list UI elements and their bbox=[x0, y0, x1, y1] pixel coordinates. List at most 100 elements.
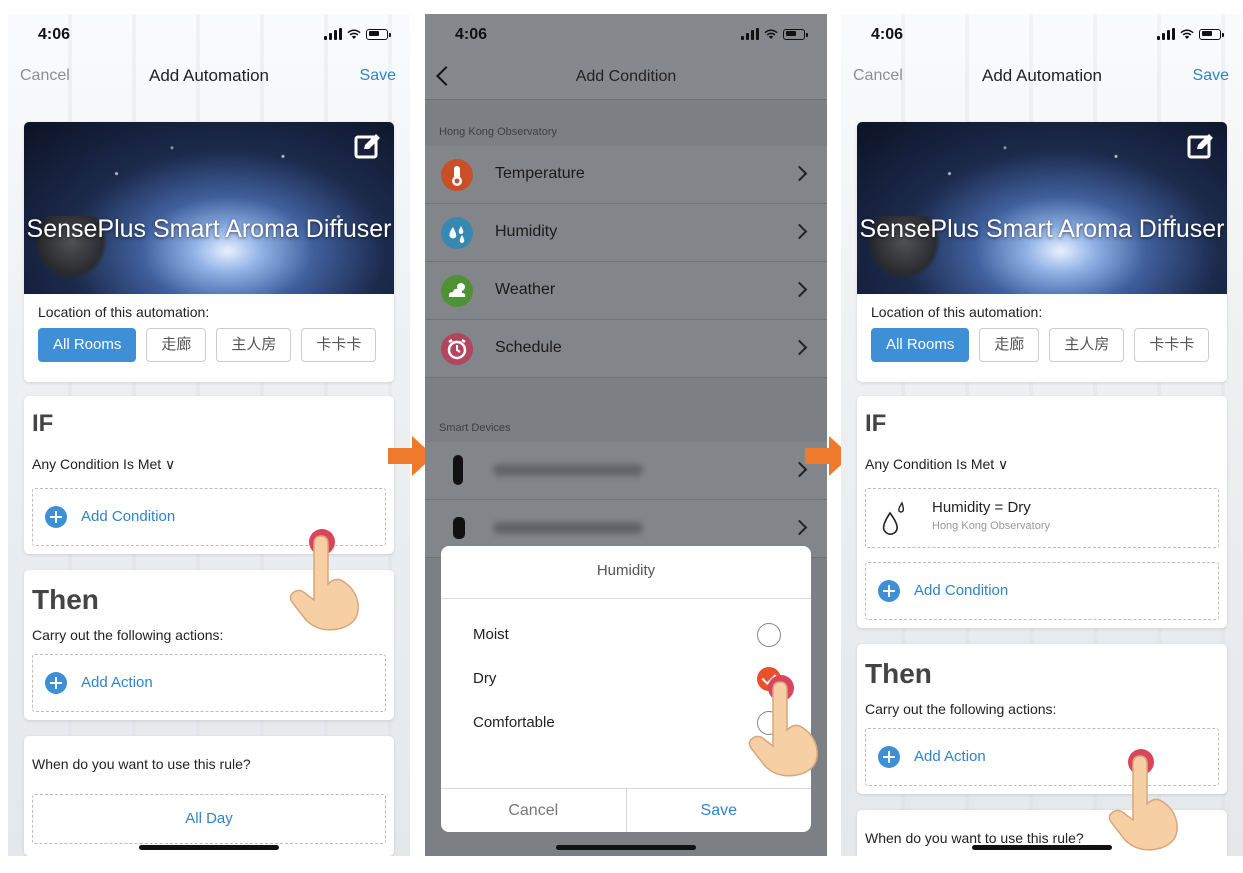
signal-icon bbox=[324, 28, 342, 40]
room-chip-kaka[interactable]: 卡卡卡 bbox=[1134, 328, 1210, 362]
tap-hand-icon bbox=[1108, 749, 1178, 851]
edit-icon[interactable] bbox=[354, 132, 382, 160]
condition-row-schedule[interactable]: Schedule bbox=[425, 320, 827, 378]
nav-bar: Cancel Add Automation Save bbox=[8, 58, 410, 98]
save-button[interactable]: Save bbox=[1193, 67, 1229, 85]
all-day-label: All Day bbox=[185, 810, 233, 827]
device-row[interactable] bbox=[425, 442, 827, 500]
if-heading: IF bbox=[32, 410, 54, 437]
cancel-button[interactable]: Cancel bbox=[853, 67, 903, 85]
location-label: Location of this automation: bbox=[38, 304, 210, 320]
chevron-right-icon bbox=[791, 165, 808, 182]
plus-icon bbox=[45, 506, 67, 528]
add-condition-button[interactable]: Add Condition bbox=[865, 562, 1219, 620]
option-comfortable-label: Comfortable bbox=[473, 714, 555, 731]
status-icons bbox=[741, 28, 808, 40]
option-dry-label: Dry bbox=[473, 670, 497, 687]
tap-hand-icon bbox=[289, 529, 359, 631]
then-heading: Then bbox=[32, 584, 99, 615]
room-chips: All Rooms 走廊 主人房 卡卡卡 bbox=[871, 328, 1210, 362]
condition-mode-dropdown[interactable]: Any Condition Is Met ∨ bbox=[865, 456, 1008, 473]
room-chip-master[interactable]: 主人房 bbox=[1049, 328, 1125, 362]
room-chip-all[interactable]: All Rooms bbox=[871, 328, 970, 362]
device-title: SensePlus Smart Aroma Diffuser bbox=[26, 215, 392, 243]
when-question: When do you want to use this rule? bbox=[32, 756, 251, 772]
condition-source: Hong Kong Observatory bbox=[932, 520, 1051, 532]
condition-title: Humidity = Dry bbox=[932, 499, 1031, 516]
all-day-button[interactable]: All Day bbox=[32, 794, 386, 844]
tap-hand-icon bbox=[748, 675, 818, 777]
cancel-button[interactable]: Cancel bbox=[20, 67, 70, 85]
add-condition-label: Add Condition bbox=[81, 508, 176, 525]
dialog-cancel-button[interactable]: Cancel bbox=[441, 789, 627, 832]
status-bar: 4:06 bbox=[841, 14, 1243, 58]
if-heading: IF bbox=[865, 410, 887, 437]
water-drop-icon bbox=[882, 501, 905, 535]
back-icon[interactable] bbox=[436, 66, 456, 86]
status-bar: 4:06 bbox=[8, 14, 410, 58]
edit-icon[interactable] bbox=[1187, 132, 1215, 160]
chevron-right-icon bbox=[791, 519, 808, 536]
battery-icon bbox=[783, 28, 808, 40]
condition-row-weather[interactable]: Weather bbox=[425, 262, 827, 320]
plus-icon bbox=[878, 746, 900, 768]
device-image: SensePlus Smart Aroma Diffuser bbox=[24, 122, 394, 294]
signal-icon bbox=[741, 28, 759, 40]
add-condition-label: Add Condition bbox=[914, 582, 1009, 599]
then-heading: Then bbox=[865, 658, 932, 689]
condition-label: Schedule bbox=[495, 339, 562, 356]
condition-row-humidity[interactable]: Humidity bbox=[425, 204, 827, 262]
dialog-save-button[interactable]: Save bbox=[627, 789, 812, 832]
chevron-right-icon bbox=[791, 339, 808, 356]
dialog-title: Humidity bbox=[596, 562, 656, 579]
cloud-sun-icon bbox=[441, 275, 473, 307]
room-chip-corridor[interactable]: 走廊 bbox=[979, 328, 1040, 362]
screen-add-automation: 4:06 Cancel Add Automation Save SensePlu… bbox=[8, 14, 410, 856]
home-indicator bbox=[556, 845, 696, 850]
alarm-clock-icon bbox=[441, 333, 473, 365]
dialog-divider bbox=[441, 598, 811, 599]
chevron-right-icon bbox=[791, 281, 808, 298]
condition-label: Weather bbox=[495, 281, 556, 298]
add-action-button[interactable]: Add Action bbox=[32, 654, 386, 712]
section-hong-kong-observatory: Hong Kong Observatory bbox=[439, 126, 558, 138]
device-image: SensePlus Smart Aroma Diffuser bbox=[857, 122, 1227, 294]
screen-add-automation-updated: 4:06 Cancel Add Automation Save SensePlu… bbox=[841, 14, 1243, 856]
condition-label: Humidity bbox=[495, 223, 558, 240]
status-time: 4:06 bbox=[871, 26, 904, 43]
room-chip-kaka[interactable]: 卡卡卡 bbox=[301, 328, 377, 362]
condition-label: Temperature bbox=[495, 165, 585, 182]
screen-add-condition: 4:06 Add Condition Hong Kong Observatory… bbox=[425, 14, 827, 856]
device-icon bbox=[453, 455, 463, 485]
thermometer-icon bbox=[441, 159, 473, 191]
section-smart-devices: Smart Devices bbox=[439, 422, 511, 434]
signal-icon bbox=[1157, 28, 1175, 40]
room-chip-master[interactable]: 主人房 bbox=[216, 328, 292, 362]
add-action-label: Add Action bbox=[914, 748, 986, 765]
add-action-label: Add Action bbox=[81, 674, 153, 691]
condition-mode-dropdown[interactable]: Any Condition Is Met ∨ bbox=[32, 456, 175, 473]
wifi-icon bbox=[764, 28, 778, 39]
location-label: Location of this automation: bbox=[871, 304, 1043, 320]
page-title: Add Condition bbox=[575, 68, 677, 85]
wifi-icon bbox=[347, 28, 361, 39]
water-drops-icon bbox=[441, 217, 473, 249]
battery-icon bbox=[1199, 28, 1224, 40]
then-subheading: Carry out the following actions: bbox=[32, 627, 224, 643]
option-moist-radio[interactable] bbox=[757, 623, 781, 647]
when-card: When do you want to use this rule? All D… bbox=[24, 736, 394, 856]
device-name-blurred bbox=[493, 522, 643, 534]
device-title: SensePlus Smart Aroma Diffuser bbox=[859, 215, 1225, 243]
nav-bar: Cancel Add Automation Save bbox=[841, 58, 1243, 98]
save-button[interactable]: Save bbox=[360, 67, 396, 85]
status-time: 4:06 bbox=[455, 26, 488, 43]
option-moist-label: Moist bbox=[473, 626, 509, 643]
battery-icon bbox=[366, 28, 391, 40]
device-card: SensePlus Smart Aroma Diffuser Location … bbox=[857, 122, 1227, 382]
room-chip-corridor[interactable]: 走廊 bbox=[146, 328, 207, 362]
condition-row-temperature[interactable]: Temperature bbox=[425, 146, 827, 204]
room-chip-all[interactable]: All Rooms bbox=[38, 328, 137, 362]
then-subheading: Carry out the following actions: bbox=[865, 701, 1057, 717]
if-card: IF Any Condition Is Met ∨ Humidity = Dry… bbox=[857, 396, 1227, 628]
condition-item-humidity[interactable]: Humidity = Dry Hong Kong Observatory bbox=[865, 488, 1219, 548]
